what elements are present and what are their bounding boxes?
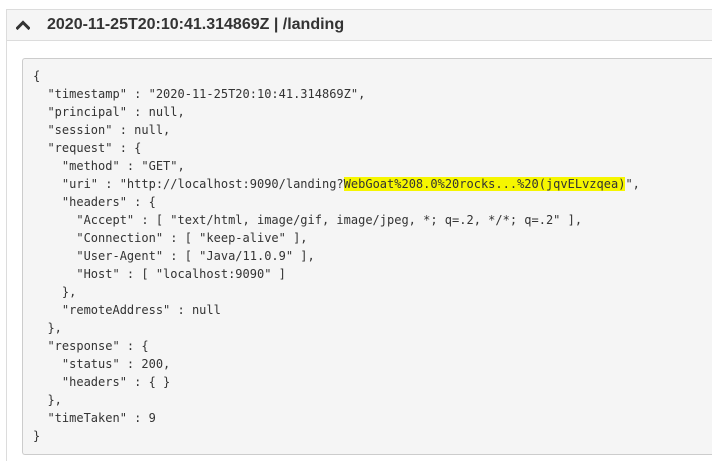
code-line: "headers" : { (33, 195, 156, 209)
code-line: }, (33, 321, 62, 335)
code-line: "Connection" : [ "keep-alive" ], (33, 231, 308, 245)
code-line: "User-Agent" : [ "Java/11.0.9" ], (33, 249, 315, 263)
code-line: }, (33, 285, 77, 299)
code-text: "uri" : "http://localhost:9090/landing? (33, 177, 344, 191)
code-line: "headers" : { } (33, 375, 171, 389)
code-text: ", (625, 177, 640, 191)
trace-panel-header[interactable]: 2020-11-25T20:10:41.314869Z | /landing (7, 10, 712, 41)
code-line: "timestamp" : "2020-11-25T20:10:41.31486… (33, 87, 366, 101)
code-line: { (33, 69, 41, 83)
code-line: "remoteAddress" : null (33, 303, 221, 317)
highlighted-query-string: WebGoat%208.0%20rocks...%20(jqvELvzqea) (343, 177, 626, 191)
code-line: "Host" : [ "localhost:9090" ] (33, 267, 286, 281)
chevron-up-icon[interactable] (15, 17, 31, 33)
code-line: "timeTaken" : 9 (33, 411, 156, 425)
trace-title: 2020-11-25T20:10:41.314869Z | /landing (47, 16, 345, 33)
code-line: "Accept" : [ "text/html, image/gif, imag… (33, 213, 583, 227)
code-line: "request" : { (33, 141, 142, 155)
code-line: "principal" : null, (33, 105, 185, 119)
trace-panel-body: { "timestamp" : "2020-11-25T20:10:41.314… (7, 41, 712, 461)
trace-panel: 2020-11-25T20:10:41.314869Z | /landing {… (6, 9, 712, 461)
code-line: "uri" : "http://localhost:9090/landing?W… (33, 175, 712, 193)
code-line: }, (33, 393, 62, 407)
code-line: "status" : 200, (33, 357, 171, 371)
code-line: } (33, 429, 41, 443)
code-line: "method" : "GET", (33, 159, 185, 173)
code-line: "response" : { (33, 339, 149, 353)
code-line: "session" : null, (33, 123, 171, 137)
trace-json-code: { "timestamp" : "2020-11-25T20:10:41.314… (22, 58, 712, 455)
